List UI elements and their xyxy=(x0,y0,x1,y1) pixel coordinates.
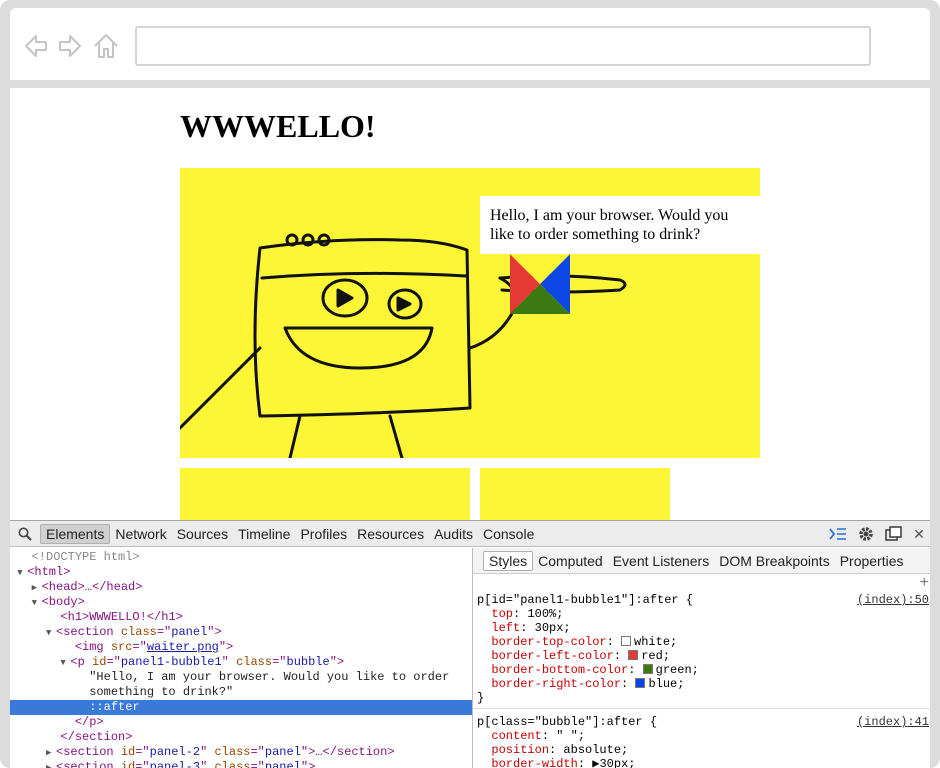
add-rule-icon[interactable]: + xyxy=(477,575,929,591)
dom-node-doctype[interactable]: <!DOCTYPE html> xyxy=(10,550,472,565)
bubble-after-triangle xyxy=(510,254,570,314)
dom-text-node[interactable]: "Hello, I am your browser. Would you lik… xyxy=(10,670,472,685)
styles-sidebar: Styles Computed Event Listeners DOM Brea… xyxy=(472,548,930,768)
rule-divider xyxy=(473,708,930,709)
tab-audits[interactable]: Audits xyxy=(429,524,478,544)
waiter-drawing xyxy=(180,233,627,458)
rule-property[interactable]: border-top-color: white; xyxy=(477,635,929,649)
tab-network[interactable]: Network xyxy=(110,524,171,544)
expanded-triangle-icon[interactable]: ▼ xyxy=(60,656,70,671)
close-icon[interactable]: ✕ xyxy=(908,521,930,547)
tab-event-listeners[interactable]: Event Listeners xyxy=(608,551,715,571)
forward-arrow-icon[interactable] xyxy=(56,32,84,60)
collapsed-triangle-icon[interactable]: ▶ xyxy=(32,581,42,596)
tab-computed[interactable]: Computed xyxy=(533,551,608,571)
tab-elements[interactable]: Elements xyxy=(40,523,111,544)
tab-properties[interactable]: Properties xyxy=(835,551,909,571)
tab-resources[interactable]: Resources xyxy=(352,524,429,544)
dom-node-section-close[interactable]: </section> xyxy=(10,730,472,745)
expanded-triangle-icon[interactable]: ▼ xyxy=(32,596,42,611)
rule-property[interactable]: border-right-color: blue; xyxy=(477,677,929,691)
img-src-link[interactable]: waiter.png xyxy=(147,640,219,654)
rule-property[interactable]: top: 100%; xyxy=(477,607,929,621)
panel-1: Hello, I am your browser. Would you like… xyxy=(180,168,760,458)
styles-rules: + p[id="panel1-bubble1"]:after { (index)… xyxy=(473,574,930,768)
browser-frame: WWWELLO! Hello, I am your browser. Would… xyxy=(0,0,940,768)
rule-property[interactable]: position: absolute; xyxy=(477,743,929,757)
speech-bubble: Hello, I am your browser. Would you like… xyxy=(480,196,760,254)
console-drawer-icon[interactable] xyxy=(824,521,852,547)
dom-node-p-close[interactable]: </p> xyxy=(10,715,472,730)
tab-sources[interactable]: Sources xyxy=(172,524,233,544)
search-icon[interactable] xyxy=(10,521,40,547)
panel-3 xyxy=(480,468,670,528)
tab-styles[interactable]: Styles xyxy=(483,550,534,571)
color-swatch[interactable] xyxy=(628,650,639,660)
rule-close: } xyxy=(477,691,485,705)
color-swatch[interactable] xyxy=(635,678,646,688)
styles-tabbar: Styles Computed Event Listeners DOM Brea… xyxy=(473,548,930,574)
dom-node-section[interactable]: ▼ <section class="panel"> xyxy=(10,625,472,640)
tab-console[interactable]: Console xyxy=(478,524,539,544)
tab-dom-breakpoints[interactable]: DOM Breakpoints xyxy=(714,551,834,571)
rule-property[interactable]: border-left-color: red; xyxy=(477,649,929,663)
dom-node-head[interactable]: ▶ <head>…</head> xyxy=(10,580,472,595)
rule-property[interactable]: border-bottom-color: green; xyxy=(477,663,929,677)
dom-node-after-selected[interactable]: ::after xyxy=(10,700,472,715)
tab-profiles[interactable]: Profiles xyxy=(295,524,352,544)
back-arrow-icon[interactable] xyxy=(22,32,50,60)
dom-node-body[interactable]: ▼ <body> xyxy=(10,595,472,610)
dom-text-node-cont: something to drink?" xyxy=(89,685,234,699)
tab-timeline[interactable]: Timeline xyxy=(233,524,295,544)
collapsed-triangle-icon[interactable]: ▶ xyxy=(46,761,56,768)
dom-node-section-2[interactable]: ▶ <section id="panel-2" class="panel">…</… xyxy=(10,745,472,760)
rule-property[interactable]: content: " "; xyxy=(477,729,929,743)
panel-2 xyxy=(180,468,470,528)
expanded-triangle-icon[interactable]: ▼ xyxy=(17,566,27,581)
dom-node-html[interactable]: ▼ <html> xyxy=(10,565,472,580)
color-swatch[interactable] xyxy=(642,664,653,674)
devtools-panel: Elements Network Sources Timeline Profil… xyxy=(10,520,930,768)
gear-icon[interactable] xyxy=(852,521,880,547)
page-heading: WWWELLO! xyxy=(180,108,376,144)
rule-source-link[interactable]: (index):41 xyxy=(857,715,929,729)
dom-node-h1[interactable]: <h1>WWWELLO!</h1> xyxy=(10,610,472,625)
rule-property[interactable]: left: 30px; xyxy=(477,621,929,635)
page-viewport: WWWELLO! Hello, I am your browser. Would… xyxy=(10,88,930,768)
collapsed-triangle-icon[interactable]: ▶ xyxy=(46,746,56,761)
elements-tree: <!DOCTYPE html> ▼ <html> ▶ <head>…</head> … xyxy=(10,548,472,768)
expanded-triangle-icon[interactable]: ▼ xyxy=(46,626,56,641)
browser-chrome xyxy=(10,8,930,80)
devtools-toolbar: Elements Network Sources Timeline Profil… xyxy=(10,521,930,547)
color-swatch[interactable] xyxy=(621,636,632,646)
dom-node-section-3[interactable]: ▶ <section id="panel-3" class="panel"> xyxy=(10,760,472,768)
rule-property[interactable]: border-width: ▶30px; xyxy=(477,757,929,768)
rule-source-link[interactable]: (index):50 xyxy=(857,593,929,607)
dom-node-p[interactable]: ▼ <p id="panel1-bubble1" class="bubble"> xyxy=(10,655,472,670)
dom-node-img[interactable]: <img src="waiter.png"> xyxy=(10,640,472,655)
address-bar[interactable] xyxy=(135,26,871,66)
home-icon[interactable] xyxy=(92,32,120,60)
dock-icon[interactable] xyxy=(880,521,908,547)
